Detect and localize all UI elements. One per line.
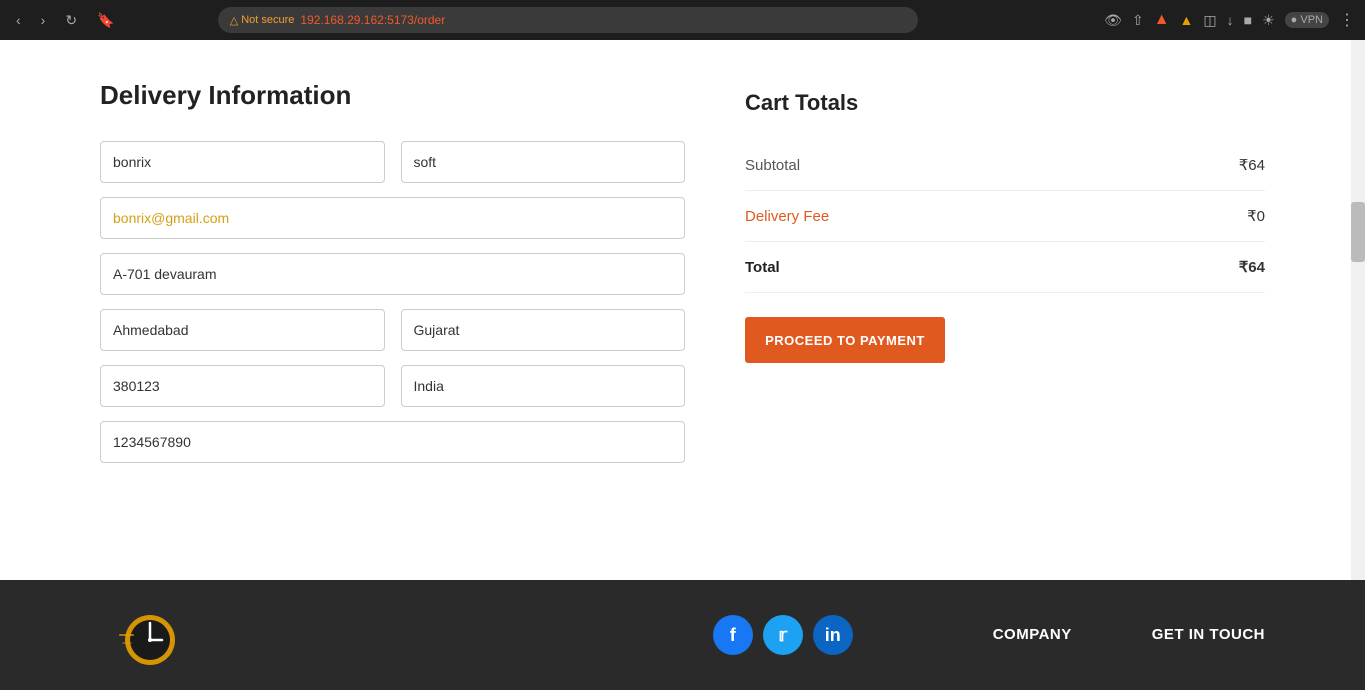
phone-row bbox=[100, 421, 685, 463]
cart-title: Cart Totals bbox=[745, 90, 1265, 116]
subtotal-row: Subtotal ₹64 bbox=[745, 140, 1265, 191]
url-text: 192.168.29.162:5173/order bbox=[300, 13, 445, 27]
total-row: Total ₹64 bbox=[745, 242, 1265, 293]
back-button[interactable]: ‹ bbox=[10, 8, 27, 32]
sidebar-icon[interactable]: ■ bbox=[1244, 12, 1252, 28]
eye-icon: 👁 bbox=[1104, 12, 1122, 29]
total-label: Total bbox=[745, 259, 780, 276]
refresh-button[interactable]: ↻ bbox=[59, 8, 83, 33]
phone-input[interactable] bbox=[100, 421, 685, 463]
first-name-input[interactable] bbox=[100, 141, 385, 183]
delivery-fee-label: Delivery Fee bbox=[745, 208, 829, 225]
vpn-indicator: ● VPN bbox=[1285, 12, 1329, 28]
scrollbar-thumb[interactable] bbox=[1351, 202, 1365, 262]
address-bar[interactable]: △ Not secure 192.168.29.162:5173/order bbox=[218, 7, 918, 33]
footer: f 𝕣 in COMPANY GET IN TOUCH bbox=[0, 580, 1365, 690]
facebook-icon[interactable]: f bbox=[713, 615, 753, 655]
not-secure-label: Not secure bbox=[241, 14, 294, 26]
zip-input[interactable] bbox=[100, 365, 385, 407]
footer-social: f 𝕣 in bbox=[713, 615, 853, 655]
extension-icon: ▲ bbox=[1180, 12, 1194, 28]
footer-contact-col: GET IN TOUCH bbox=[1152, 626, 1265, 644]
address-input[interactable] bbox=[100, 253, 685, 295]
cart-section: Cart Totals Subtotal ₹64 Delivery Fee ₹0… bbox=[745, 80, 1265, 540]
extensions-button[interactable]: ◫ bbox=[1203, 12, 1216, 29]
email-input[interactable] bbox=[100, 197, 685, 239]
footer-company-col: COMPANY bbox=[993, 626, 1072, 644]
zip-country-row bbox=[100, 365, 685, 407]
page-content: Delivery Information Cart T bbox=[0, 40, 1365, 580]
delivery-fee-row: Delivery Fee ₹0 bbox=[745, 191, 1265, 242]
footer-columns: COMPANY GET IN TOUCH bbox=[993, 626, 1265, 644]
proceed-to-payment-button[interactable]: PROCEED TO PAYMENT bbox=[745, 317, 945, 363]
forward-button[interactable]: › bbox=[35, 8, 52, 32]
download-icon[interactable]: ↓ bbox=[1227, 12, 1234, 28]
city-state-row bbox=[100, 309, 685, 351]
name-row bbox=[100, 141, 685, 183]
address-row bbox=[100, 253, 685, 295]
scrollbar[interactable] bbox=[1351, 40, 1365, 580]
not-secure-indicator: △ Not secure bbox=[230, 14, 295, 27]
email-row bbox=[100, 197, 685, 239]
delivery-title: Delivery Information bbox=[100, 80, 685, 111]
brave-icon: ▲ bbox=[1154, 11, 1170, 29]
browser-chrome: ‹ › ↻ 🔖 △ Not secure 192.168.29.162:5173… bbox=[0, 0, 1365, 40]
total-value: ₹64 bbox=[1239, 258, 1265, 276]
menu-button[interactable]: ⋮ bbox=[1339, 10, 1355, 30]
browser-toolbar: 👁 ⇧ ▲ ▲ ◫ ↓ ■ ☀ ● VPN ⋮ bbox=[1104, 10, 1355, 30]
delivery-section: Delivery Information bbox=[100, 80, 685, 540]
footer-logo bbox=[100, 600, 200, 670]
country-input[interactable] bbox=[401, 365, 686, 407]
last-name-input[interactable] bbox=[401, 141, 686, 183]
share-icon[interactable]: ⇧ bbox=[1132, 12, 1144, 29]
state-input[interactable] bbox=[401, 309, 686, 351]
company-label: COMPANY bbox=[993, 626, 1072, 643]
delivery-fee-value: ₹0 bbox=[1247, 207, 1265, 225]
bookmark-button[interactable]: 🔖 bbox=[91, 8, 120, 33]
warning-icon: △ bbox=[230, 14, 238, 27]
linkedin-icon[interactable]: in bbox=[813, 615, 853, 655]
twitter-icon[interactable]: 𝕣 bbox=[763, 615, 803, 655]
subtotal-label: Subtotal bbox=[745, 157, 800, 174]
get-in-touch-label: GET IN TOUCH bbox=[1152, 626, 1265, 643]
profile-icon[interactable]: ☀ bbox=[1262, 12, 1275, 29]
city-input[interactable] bbox=[100, 309, 385, 351]
subtotal-value: ₹64 bbox=[1239, 156, 1265, 174]
logo-icon bbox=[115, 605, 185, 665]
